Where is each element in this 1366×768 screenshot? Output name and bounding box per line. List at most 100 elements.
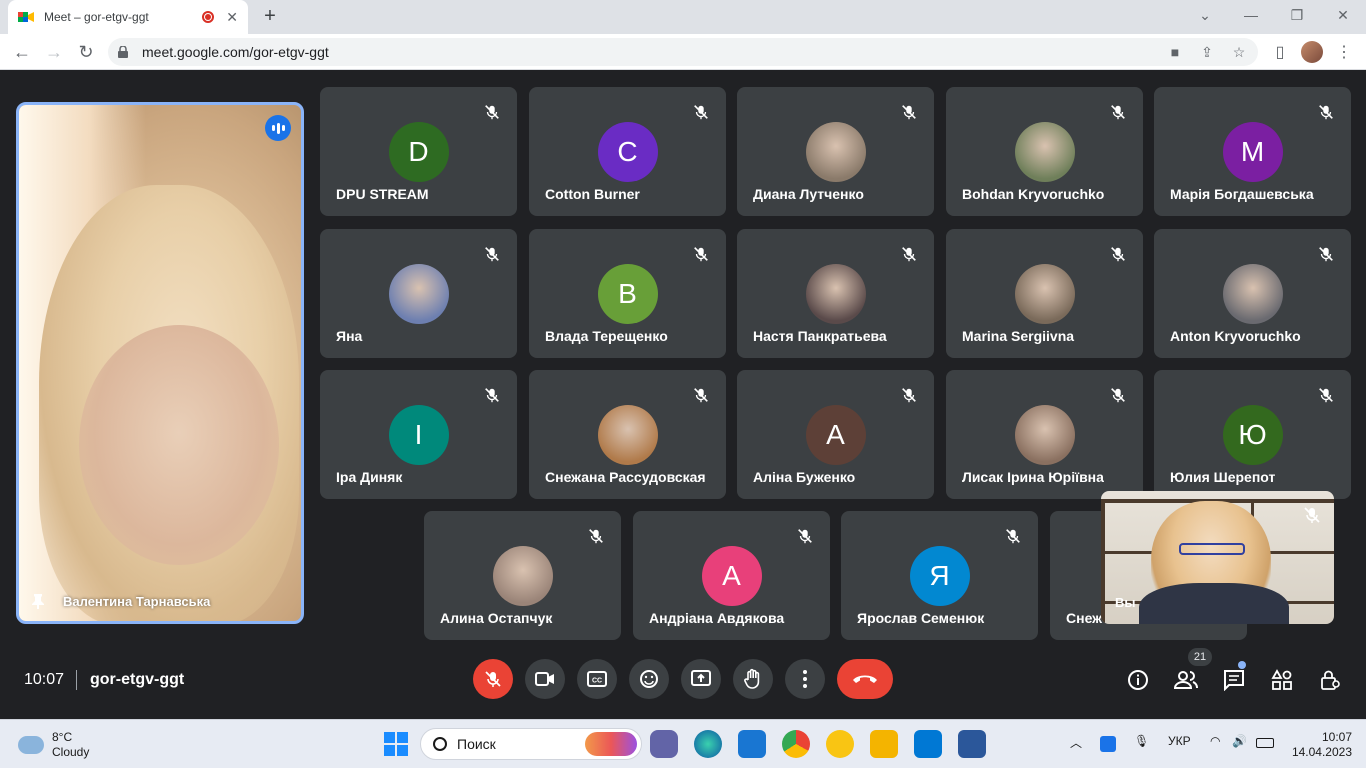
teams-chat-icon[interactable] — [650, 730, 678, 758]
weather-widget[interactable]: 8°C Cloudy — [18, 730, 89, 760]
mic-toggle-button[interactable] — [473, 659, 513, 699]
store-icon[interactable] — [914, 730, 942, 758]
meeting-details-button[interactable] — [1125, 667, 1151, 693]
battery-icon[interactable] — [1256, 738, 1274, 748]
windows-taskbar: 8°C Cloudy Поиск ︿ 🎙 УКР ◠ 🔊 10:07 14.04… — [0, 719, 1366, 768]
pinned-participant-tile[interactable]: Валентина Тарнавська — [16, 102, 304, 624]
participant-tile[interactable]: Marina Sergiivna — [946, 229, 1143, 358]
tab-close-icon[interactable]: ✕ — [226, 9, 238, 26]
participant-tile[interactable]: C Cotton Burner — [529, 87, 726, 216]
participant-tile[interactable]: B Влада Терещенко — [529, 229, 726, 358]
chat-button[interactable] — [1221, 667, 1247, 693]
tray-overflow-chevron-icon[interactable]: ︿ — [1070, 734, 1082, 751]
forward-icon[interactable]: → — [42, 40, 66, 64]
profile-avatar[interactable] — [1300, 40, 1324, 64]
participant-tile[interactable]: Ю Юлия Шерепот — [1154, 370, 1351, 499]
muted-mic-icon — [1107, 384, 1129, 406]
restore-icon[interactable]: ❐ — [1274, 0, 1320, 30]
avatar — [1222, 264, 1283, 324]
reactions-button[interactable] — [629, 659, 669, 699]
window-close-icon[interactable]: ✕ — [1320, 0, 1366, 30]
participant-tile[interactable]: Алина Остапчук — [424, 511, 621, 640]
tab-search-chevron-icon[interactable]: ⌄ — [1182, 0, 1228, 30]
system-clock[interactable]: 10:07 14.04.2023 — [1292, 730, 1352, 760]
browser-tab-strip: Meet – gor-etgv-ggt ✕ + ⌄ — ❐ ✕ — [0, 0, 1366, 34]
participant-tile[interactable]: A Андріана Авдякова — [633, 511, 830, 640]
side-panel-icon[interactable]: ▯ — [1268, 40, 1292, 64]
people-count-badge: 21 — [1188, 648, 1212, 666]
file-explorer-icon[interactable] — [870, 730, 898, 758]
word-icon[interactable] — [958, 730, 986, 758]
more-options-button[interactable] — [785, 659, 825, 699]
app-triangle-icon[interactable] — [826, 730, 854, 758]
avatar — [597, 405, 658, 465]
self-view-tile[interactable]: Вы — [1101, 491, 1334, 624]
emoji-icon — [640, 670, 658, 688]
browser-menu-icon[interactable]: ⋮ — [1332, 40, 1356, 64]
chrome-icon[interactable] — [782, 730, 810, 758]
participant-tile[interactable]: Я Ярослав Семенюк — [841, 511, 1038, 640]
back-icon[interactable]: ← — [10, 40, 34, 64]
participant-tile[interactable]: Лисак Ірина Юріївна — [946, 370, 1143, 499]
people-button[interactable] — [1173, 667, 1199, 693]
avatar: A — [701, 546, 762, 606]
participant-tile[interactable]: Настя Панкратьева — [737, 229, 934, 358]
camera-permission-icon[interactable]: ■ — [1166, 44, 1184, 60]
participant-tile[interactable]: M Марія Богдашевська — [1154, 87, 1351, 216]
participant-name: Лисак Ірина Юріївна — [962, 469, 1104, 485]
captions-icon: CC — [587, 671, 607, 687]
mail-icon[interactable] — [738, 730, 766, 758]
raise-hand-button[interactable] — [733, 659, 773, 699]
meet-favicon-icon — [18, 12, 34, 22]
security-shield-icon[interactable] — [1100, 736, 1116, 752]
participant-name: Яна — [336, 328, 363, 344]
language-indicator[interactable]: УКР — [1168, 734, 1191, 748]
activities-button[interactable] — [1269, 667, 1295, 693]
muted-mic-icon — [1107, 101, 1129, 123]
participant-tile[interactable]: A Аліна Буженко — [737, 370, 934, 499]
divider — [76, 670, 77, 690]
new-tab-icon[interactable]: + — [258, 4, 282, 28]
avatar — [1014, 405, 1075, 465]
wifi-icon[interactable]: ◠ — [1210, 734, 1220, 748]
pin-icon[interactable] — [31, 593, 45, 609]
participant-tile[interactable]: Anton Kryvoruchko — [1154, 229, 1351, 358]
people-icon — [1174, 671, 1198, 689]
participant-name: Anton Kryvoruchko — [1170, 328, 1301, 344]
recording-indicator-icon — [202, 11, 215, 23]
leave-call-button[interactable] — [837, 659, 893, 699]
participant-tile[interactable]: Диана Лутченко — [737, 87, 934, 216]
info-icon — [1128, 670, 1148, 690]
microphone-tray-icon[interactable]: 🎙 — [1134, 734, 1149, 748]
system-date: 14.04.2023 — [1291, 745, 1352, 759]
share-icon[interactable]: ⇪ — [1198, 44, 1216, 60]
edge-icon[interactable] — [694, 730, 722, 758]
tab-title: Meet – gor-etgv-ggt — [44, 10, 149, 24]
muted-mic-icon — [1315, 101, 1337, 123]
captions-button[interactable]: CC — [577, 659, 617, 699]
avatar — [805, 122, 866, 182]
reload-icon[interactable]: ↻ — [74, 40, 98, 64]
avatar — [805, 264, 866, 324]
participant-tile[interactable]: Яна — [320, 229, 517, 358]
taskbar-search[interactable]: Поиск — [420, 728, 642, 760]
camera-toggle-button[interactable] — [525, 659, 565, 699]
host-controls-button[interactable] — [1317, 667, 1343, 693]
participant-tile[interactable]: D DPU STREAM — [320, 87, 517, 216]
participant-tile[interactable]: Bohdan Kryvoruchko — [946, 87, 1143, 216]
participant-tile[interactable]: I Іра Диняк — [320, 370, 517, 499]
start-button-icon[interactable] — [384, 732, 408, 756]
present-screen-button[interactable] — [681, 659, 721, 699]
browser-tab[interactable]: Meet – gor-etgv-ggt ✕ — [8, 0, 248, 34]
bookmark-star-icon[interactable]: ☆ — [1230, 44, 1248, 60]
volume-icon[interactable]: 🔊 — [1232, 734, 1247, 748]
participant-tile[interactable]: Снежана Рассудовская — [529, 370, 726, 499]
temperature: 8°C — [52, 730, 73, 744]
meet-stage: Валентина Тарнавська D DPU STREAM C Cotton … — [0, 71, 1366, 719]
avatar — [1014, 264, 1075, 324]
video-subject-face — [79, 325, 279, 565]
address-bar[interactable]: meet.google.com/gor-etgv-ggt ■ ⇪ ☆ — [108, 38, 1258, 66]
svg-text:CC: CC — [592, 678, 602, 685]
search-icon — [433, 737, 447, 751]
minimize-icon[interactable]: — — [1228, 0, 1274, 30]
